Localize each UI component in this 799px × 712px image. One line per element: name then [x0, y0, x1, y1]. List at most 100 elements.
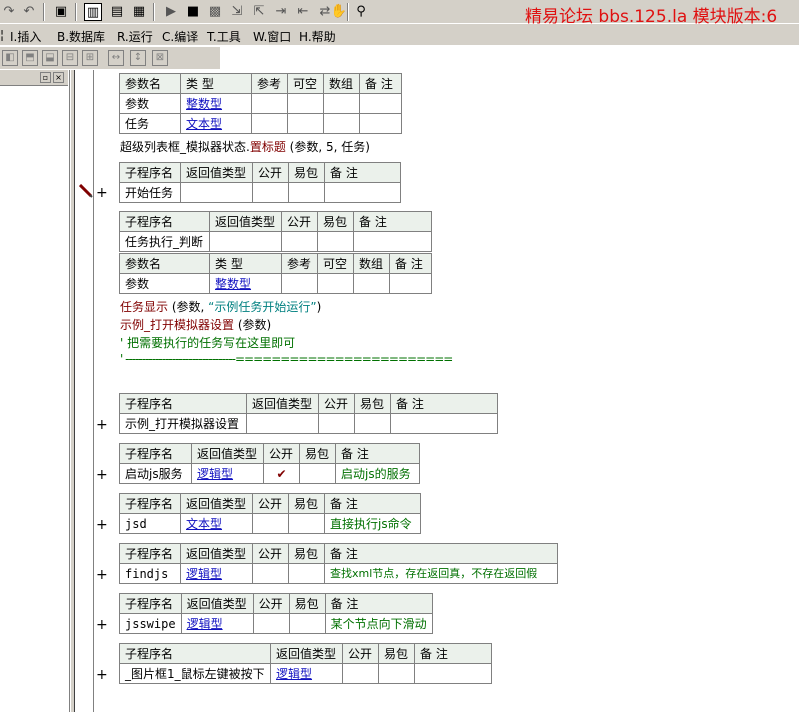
layout-3-icon[interactable]: ▦ — [130, 3, 148, 21]
cell[interactable] — [281, 231, 318, 252]
cell[interactable] — [288, 182, 325, 203]
table-row[interactable]: 示例_打开模拟器设置 — [119, 413, 498, 434]
menu-run[interactable]: R.运行 — [117, 28, 153, 45]
table-row[interactable]: jsd 文本型 直接执行js命令 — [119, 513, 421, 534]
find-icon[interactable]: ▣ — [52, 3, 70, 21]
cell[interactable] — [288, 513, 325, 534]
sub-name[interactable]: _图片框1_鼠标左键被按下 — [119, 663, 271, 684]
same-height-icon[interactable]: ↕ — [130, 50, 146, 66]
cell[interactable] — [251, 93, 288, 114]
sub-name[interactable]: 启动js服务 — [119, 463, 192, 484]
run-icon[interactable]: ▶ — [162, 3, 180, 21]
cell[interactable] — [246, 413, 319, 434]
undo-icon[interactable]: ↶ — [20, 3, 38, 21]
expand-button[interactable]: + — [96, 186, 108, 200]
sub-note[interactable]: 启动js的服务 — [335, 463, 420, 484]
table-row[interactable]: 任务执行_判断 — [119, 231, 432, 252]
step-icon[interactable]: ▩ — [206, 3, 224, 21]
code-comment[interactable]: ' 把需要执行的任务写在这里即可 — [120, 334, 295, 351]
table-row[interactable]: 开始任务 — [119, 182, 401, 203]
sub-note[interactable]: 某个节点向下滑动 — [324, 613, 433, 634]
sub-name[interactable]: findjs — [119, 563, 181, 584]
cell[interactable] — [342, 663, 379, 684]
cell[interactable] — [390, 413, 498, 434]
code-comment[interactable]: ' ---------------------------------=====… — [120, 352, 453, 366]
redo-icon[interactable]: ↷ — [0, 3, 18, 21]
cell[interactable] — [353, 273, 390, 294]
cell[interactable] — [251, 113, 288, 134]
expand-button[interactable]: + — [96, 668, 108, 682]
cell[interactable] — [209, 231, 282, 252]
table-row[interactable]: findjs 逻辑型 查找xml节点，存在返回真，不存在返回假 — [119, 563, 558, 584]
align-center-icon[interactable]: ⊟ — [62, 50, 78, 66]
step-over-icon[interactable]: ⇱ — [250, 3, 268, 21]
cell[interactable] — [389, 273, 432, 294]
table-row[interactable]: 参数 整数型 — [119, 273, 432, 294]
menu-compile[interactable]: C.编译 — [162, 28, 198, 45]
cell[interactable] — [288, 563, 325, 584]
table-row[interactable]: 启动js服务 逻辑型 ✔ 启动js的服务 — [119, 463, 420, 484]
align-left-icon[interactable]: ◧ — [2, 50, 18, 66]
table-row[interactable]: 任务 文本型 — [119, 113, 402, 134]
cell[interactable] — [180, 182, 253, 203]
code-line[interactable]: 超级列表框_模拟器状态.置标题 (参数, 5, 任务) — [120, 138, 370, 155]
layout-2-icon[interactable]: ▤ — [108, 3, 126, 21]
table-row[interactable]: jsswipe 逻辑型 某个节点向下滑动 — [119, 613, 433, 634]
return-type[interactable]: 逻辑型 — [191, 463, 264, 484]
menu-insert[interactable]: I.插入 — [10, 28, 41, 45]
expand-button[interactable]: + — [96, 418, 108, 432]
sub-note[interactable]: 直接执行js命令 — [324, 513, 421, 534]
return-type[interactable]: 文本型 — [180, 513, 253, 534]
code-line[interactable]: 示例_打开模拟器设置 (参数) — [120, 316, 271, 333]
sub-note[interactable]: 查找xml节点，存在返回真，不存在返回假 — [324, 563, 558, 584]
public-check[interactable]: ✔ — [263, 463, 300, 484]
table-row[interactable]: _图片框1_鼠标左键被按下 逻辑型 — [119, 663, 492, 684]
sub-name[interactable]: 开始任务 — [119, 182, 181, 203]
menu-tools[interactable]: T.工具 — [207, 28, 241, 45]
stop-icon[interactable]: ■ — [184, 3, 202, 21]
cell[interactable] — [288, 613, 326, 634]
menu-window[interactable]: W.窗口 — [253, 28, 291, 45]
cell[interactable] — [252, 563, 289, 584]
cell[interactable] — [354, 413, 391, 434]
cell[interactable] — [378, 663, 415, 684]
cell[interactable] — [318, 413, 355, 434]
cell[interactable] — [287, 113, 324, 134]
cell[interactable] — [414, 663, 492, 684]
close-icon[interactable]: × — [53, 72, 64, 83]
cell[interactable] — [359, 113, 402, 134]
align-bottom-icon[interactable]: ⬓ — [42, 50, 58, 66]
cell[interactable] — [317, 231, 354, 252]
param-name[interactable]: 参数 — [119, 273, 210, 294]
table-row[interactable]: 参数 整数型 — [119, 93, 402, 114]
same-width-icon[interactable]: ↔ — [108, 50, 124, 66]
cell[interactable] — [353, 231, 432, 252]
menu-help[interactable]: H.帮助 — [299, 28, 336, 45]
param-name[interactable]: 参数 — [119, 93, 181, 114]
expand-button[interactable]: + — [96, 618, 108, 632]
cell[interactable] — [281, 273, 318, 294]
layout-1-icon[interactable]: ▥ — [84, 3, 102, 21]
return-type[interactable]: 逻辑型 — [270, 663, 343, 684]
expand-button[interactable]: + — [96, 468, 108, 482]
align-middle-icon[interactable]: ⊞ — [82, 50, 98, 66]
run-to-cursor-icon[interactable]: ⇤ — [294, 3, 312, 21]
cell[interactable] — [252, 613, 290, 634]
step-into-icon[interactable]: ⇲ — [228, 3, 246, 21]
cell[interactable] — [323, 93, 360, 114]
restore-icon[interactable]: ▫ — [40, 72, 51, 83]
param-type[interactable]: 文本型 — [180, 113, 252, 134]
code-line[interactable]: 任务显示 (参数, “示例任务开始运行”) — [120, 298, 321, 315]
sub-name[interactable]: jsswipe — [119, 613, 182, 634]
align-top-icon[interactable]: ⬒ — [22, 50, 38, 66]
inspect-icon[interactable]: ⚲ — [352, 3, 370, 21]
cell[interactable] — [287, 93, 324, 114]
sub-name[interactable]: 任务执行_判断 — [119, 231, 210, 252]
param-type[interactable]: 整数型 — [209, 273, 282, 294]
cell[interactable] — [317, 273, 354, 294]
cell[interactable] — [252, 182, 289, 203]
expand-button[interactable]: + — [96, 568, 108, 582]
return-type[interactable]: 逻辑型 — [180, 563, 253, 584]
step-out-icon[interactable]: ⇥ — [272, 3, 290, 21]
expand-button[interactable]: + — [96, 518, 108, 532]
